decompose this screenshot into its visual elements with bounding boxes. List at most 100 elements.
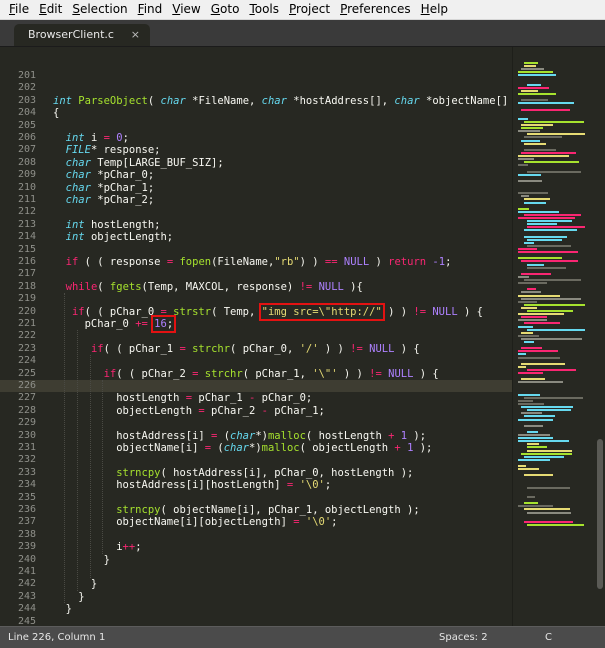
menu-project[interactable]: Project: [284, 0, 335, 19]
minimap-line: [524, 120, 584, 123]
minimap-line: [524, 136, 562, 139]
menu-edit[interactable]: Edit: [34, 0, 67, 19]
line-number: 236: [17, 504, 36, 515]
code-line[interactable]: 210 char *pChar_1;: [0, 182, 512, 194]
minimap[interactable]: [512, 47, 605, 626]
code-line[interactable]: 201: [0, 70, 512, 82]
minimap-line: [518, 334, 539, 337]
menu-selection[interactable]: Selection: [67, 0, 132, 19]
code-line[interactable]: 203 int ParseObject( char *FileName, char…: [0, 95, 512, 107]
minimap-line: [524, 198, 550, 201]
minimap-line: [527, 449, 572, 452]
minimap-line: [518, 192, 548, 195]
line-number: 217: [17, 268, 36, 280]
minimap-line: [521, 331, 533, 334]
code-text: char *pChar_0;: [65, 169, 155, 182]
menu-preferences[interactable]: Preferences: [335, 0, 416, 19]
menu-tools[interactable]: Tools: [244, 0, 284, 19]
line-number: 233: [17, 466, 36, 478]
minimap-line: [521, 139, 540, 142]
code-line[interactable]: 208 char Temp[LARGE_BUF_SIZ];: [0, 157, 512, 169]
minimap-line: [521, 452, 572, 455]
menu-goto[interactable]: Goto: [206, 0, 245, 19]
minimap-line: [518, 505, 553, 508]
code-line[interactable]: 204 {: [0, 107, 512, 119]
code-line[interactable]: 209 char *pChar_0;: [0, 169, 512, 181]
minimap-line: [524, 502, 538, 505]
scrollbar-thumb[interactable]: [597, 439, 603, 589]
code-line[interactable]: 205: [0, 120, 512, 132]
minimap-line: [527, 238, 562, 241]
line-number: 232: [17, 454, 36, 466]
indent-guide: [77, 330, 78, 591]
line-number: 215: [17, 243, 36, 255]
line-number: 220: [17, 305, 36, 317]
code-line[interactable]: 220 if( ( pChar_0 = strstr( Temp, "img s…: [0, 302, 512, 321]
minimap-line: [524, 161, 579, 164]
code-line[interactable]: 244 }: [0, 603, 512, 615]
minimap-line: [524, 62, 538, 64]
minimap-line: [524, 65, 536, 68]
code-line[interactable]: 213 int hostLength;: [0, 219, 512, 231]
minimap-line: [527, 446, 547, 449]
minimap-line: [518, 155, 569, 157]
code-line[interactable]: 243 }: [0, 591, 512, 603]
minimap-line: [521, 260, 578, 263]
minimap-line: [518, 86, 549, 89]
menu-file[interactable]: File: [4, 0, 34, 19]
code-line[interactable]: 218 while( fgets(Temp, MAXCOL, response)…: [0, 281, 512, 293]
line-number: 205: [17, 119, 36, 131]
line-number: 243: [17, 590, 36, 602]
minimap-line: [527, 288, 536, 291]
line-number: 202: [17, 82, 36, 94]
minimap-line: [521, 347, 542, 350]
line-number: 237: [17, 516, 36, 528]
minimap-line: [524, 213, 581, 216]
code-text: objectLength = pChar_2 - pChar_1;: [53, 404, 325, 417]
indentation-setting[interactable]: Spaces: 2: [439, 627, 488, 648]
code-line[interactable]: 221 pChar_0 += 16;: [0, 315, 512, 333]
code-line[interactable]: 214 int objectLength;: [0, 231, 512, 243]
minimap-line: [518, 257, 562, 260]
code-line[interactable]: 206 int i = 0;: [0, 132, 512, 144]
code-line[interactable]: 211 char *pChar_2;: [0, 194, 512, 206]
minimap-line: [518, 350, 558, 353]
minimap-line: [518, 179, 542, 182]
syntax-mode[interactable]: C: [545, 627, 552, 648]
code-line[interactable]: 245: [0, 616, 512, 626]
minimap-line: [521, 68, 544, 71]
line-number: 213: [17, 218, 36, 230]
code-line[interactable]: 212: [0, 206, 512, 218]
line-number: 227: [17, 392, 36, 404]
code-line[interactable]: 219: [0, 293, 512, 305]
minimap-line: [524, 396, 583, 399]
code-line[interactable]: 215: [0, 244, 512, 256]
code-line[interactable]: 217: [0, 268, 512, 280]
minimap-line: [527, 486, 570, 489]
line-number: 231: [17, 442, 36, 453]
minimap-line: [521, 151, 576, 154]
minimap-line: [527, 133, 585, 136]
menu-view[interactable]: View: [167, 0, 205, 19]
close-icon[interactable]: ×: [131, 24, 140, 46]
code-line[interactable]: 202: [0, 82, 512, 94]
indent-guide: [64, 293, 65, 604]
line-number: 210: [17, 181, 36, 193]
highlight-box-search-string: "img src=\"http://": [258, 302, 385, 321]
minimap-line: [518, 173, 541, 176]
code-editor[interactable]: 201 202 203 int ParseObject( char *FileName…: [0, 47, 512, 626]
line-number: 230: [17, 429, 36, 441]
tab-browserclient[interactable]: BrowserClient.c ×: [14, 24, 150, 46]
code-text: hostAddress[i] = (char*)malloc( hostLeng…: [53, 429, 427, 442]
minimap-line: [524, 415, 555, 418]
indent-guide: [90, 355, 91, 579]
code-line[interactable]: 207 FILE* response;: [0, 144, 512, 156]
code-text: int i = 0;: [65, 132, 129, 144]
line-number: 208: [17, 156, 36, 168]
cursor-position: Line 226, Column 1: [8, 632, 106, 643]
menu-help[interactable]: Help: [416, 0, 453, 19]
minimap-line: [527, 220, 572, 223]
menu-find[interactable]: Find: [133, 0, 168, 19]
code-line[interactable]: 216 if ( ( response = fopen(FileName,"rb…: [0, 256, 512, 268]
minimap-line: [524, 235, 567, 238]
